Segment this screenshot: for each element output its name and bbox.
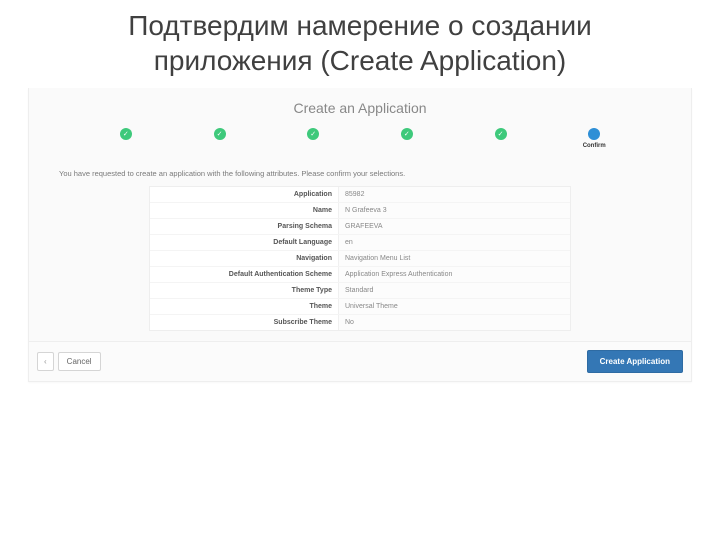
- field-label: Theme Type: [150, 283, 339, 298]
- table-row: Application 85982: [150, 187, 570, 203]
- current-step-icon: [588, 128, 600, 140]
- field-value: Standard: [339, 283, 570, 298]
- field-label: Navigation: [150, 251, 339, 266]
- step-settings: ✓ Settings: [454, 128, 548, 149]
- step-shared: ✓ Shared: [266, 128, 360, 149]
- step-confirm: Confirm: [547, 128, 641, 149]
- table-row: Subscribe Theme No: [150, 315, 570, 330]
- wizard-title: Create an Application: [29, 88, 691, 126]
- back-button[interactable]: ‹: [37, 352, 54, 371]
- checkmark-icon: ✓: [495, 128, 507, 140]
- field-value: GRAFEEVA: [339, 219, 570, 234]
- wizard-stepper: ✓ Name ✓ Pages ✓ Shared ✓ Attributes ✓ S…: [29, 126, 691, 155]
- table-row: Navigation Navigation Menu List: [150, 251, 570, 267]
- create-application-button[interactable]: Create Application: [587, 350, 683, 373]
- confirm-instruction: You have requested to create an applicat…: [29, 155, 691, 186]
- table-row: Theme Universal Theme: [150, 299, 570, 315]
- checkmark-icon: ✓: [120, 128, 132, 140]
- wizard-footer: ‹ Cancel Create Application: [29, 341, 691, 381]
- cancel-button[interactable]: Cancel: [58, 352, 101, 371]
- field-value: Application Express Authentication: [339, 267, 570, 282]
- table-row: Theme Type Standard: [150, 283, 570, 299]
- footer-left: ‹ Cancel: [37, 352, 101, 371]
- field-label: Name: [150, 203, 339, 218]
- field-label: Default Language: [150, 235, 339, 250]
- summary-table: Application 85982 Name N Grafeeva 3 Pars…: [149, 186, 571, 331]
- wizard-window: Create an Application ✓ Name ✓ Pages ✓ S…: [28, 88, 692, 382]
- table-row: Name N Grafeeva 3: [150, 203, 570, 219]
- field-label: Subscribe Theme: [150, 315, 339, 330]
- table-row: Default Authentication Scheme Applicatio…: [150, 267, 570, 283]
- checkmark-icon: ✓: [307, 128, 319, 140]
- field-label: Application: [150, 187, 339, 202]
- field-value: N Grafeeva 3: [339, 203, 570, 218]
- slide-title: Подтвердим намерение о создании приложен…: [0, 0, 720, 88]
- checkmark-icon: ✓: [401, 128, 413, 140]
- field-value: No: [339, 315, 570, 330]
- field-value: en: [339, 235, 570, 250]
- checkmark-icon: ✓: [214, 128, 226, 140]
- field-value: Navigation Menu List: [339, 251, 570, 266]
- step-attributes: ✓ Attributes: [360, 128, 454, 149]
- step-pages: ✓ Pages: [173, 128, 267, 149]
- field-value: 85982: [339, 187, 570, 202]
- field-label: Theme: [150, 299, 339, 314]
- field-label: Parsing Schema: [150, 219, 339, 234]
- step-name: ✓ Name: [79, 128, 173, 149]
- chevron-left-icon: ‹: [44, 357, 47, 366]
- table-row: Parsing Schema GRAFEEVA: [150, 219, 570, 235]
- field-label: Default Authentication Scheme: [150, 267, 339, 282]
- table-row: Default Language en: [150, 235, 570, 251]
- field-value: Universal Theme: [339, 299, 570, 314]
